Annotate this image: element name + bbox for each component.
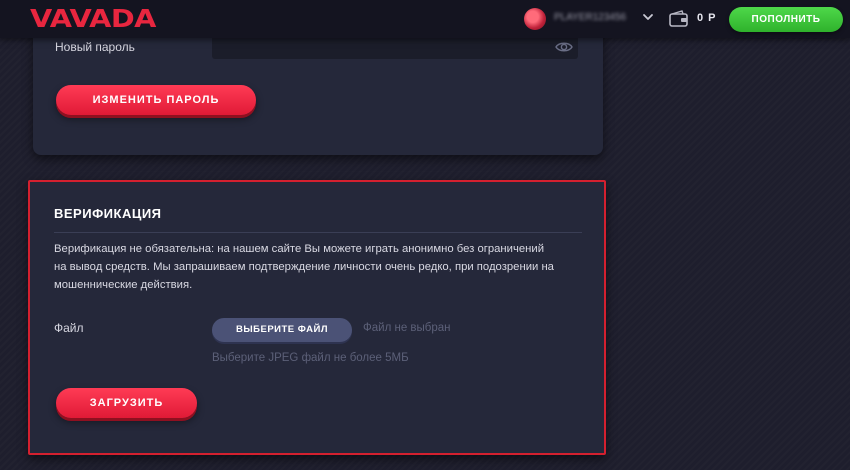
new-password-input[interactable]: [212, 36, 578, 59]
no-file-selected-text: Файл не выбран: [363, 322, 451, 334]
verification-description: Верификация не обязательна: на нашем сай…: [54, 243, 554, 291]
chevron-down-icon[interactable]: [641, 9, 655, 25]
username[interactable]: PLAYER123456: [554, 13, 634, 23]
choose-file-button[interactable]: ВЫБЕРИТЕ ФАЙЛ: [212, 318, 352, 342]
eye-icon[interactable]: [555, 40, 573, 54]
deposit-button[interactable]: ПОПОЛНИТЬ: [729, 7, 843, 32]
balance-value: 0 Р: [697, 12, 717, 24]
divider: [54, 232, 582, 233]
file-label: Файл: [54, 321, 84, 335]
wallet-icon[interactable]: [668, 9, 690, 29]
new-password-label: Новый пароль: [55, 40, 135, 54]
change-password-button[interactable]: ИЗМЕНИТЬ ПАРОЛЬ: [56, 85, 256, 115]
verification-title: ВЕРИФИКАЦИЯ: [54, 206, 162, 221]
top-header: VAVADA PLAYER123456 0 Р ПОПОЛНИТЬ: [0, 0, 850, 38]
vavada-logo[interactable]: VAVADA: [30, 5, 156, 33]
avatar[interactable]: [524, 8, 546, 30]
file-hint: Выберите JPEG файл не более 5МБ: [212, 352, 409, 364]
upload-button[interactable]: ЗАГРУЗИТЬ: [56, 388, 197, 418]
